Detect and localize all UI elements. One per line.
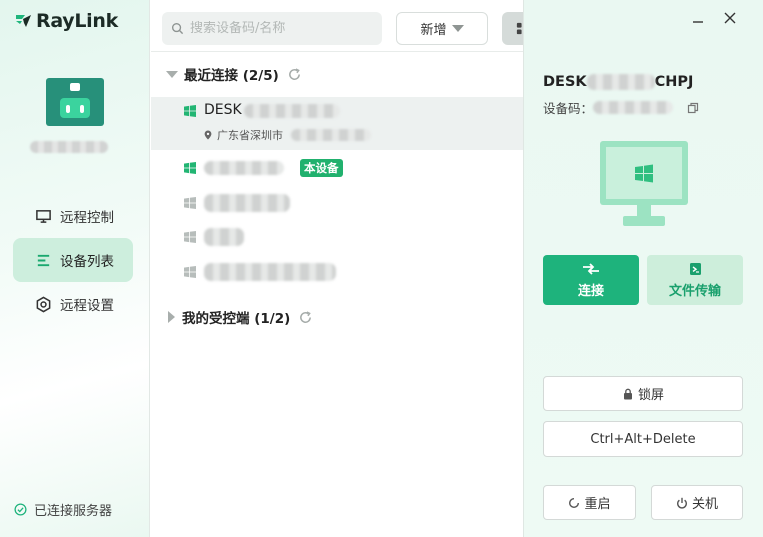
windows-icon bbox=[184, 197, 196, 209]
restart-icon bbox=[569, 497, 580, 508]
sidebar-item-label: 远程设置 bbox=[60, 298, 114, 314]
monitor-illustration-icon bbox=[600, 141, 688, 226]
search-box[interactable] bbox=[162, 12, 382, 45]
device-code: 设备码： bbox=[543, 98, 699, 117]
copy-icon[interactable] bbox=[687, 102, 699, 114]
redacted-text bbox=[291, 129, 371, 141]
lock-screen-button[interactable]: 锁屏 bbox=[543, 376, 743, 411]
add-button[interactable]: 新增 bbox=[396, 12, 488, 45]
toolbar: 新增 bbox=[151, 0, 580, 52]
file-transfer-button[interactable]: 文件传输 bbox=[647, 255, 743, 305]
list-item[interactable]: DESK 广东省深圳市 bbox=[151, 97, 523, 150]
list-item[interactable] bbox=[151, 258, 523, 286]
list-item[interactable] bbox=[151, 223, 523, 251]
search-input[interactable] bbox=[190, 21, 380, 36]
cad-label: Ctrl+Alt+Delete bbox=[590, 431, 696, 447]
list-icon bbox=[37, 254, 50, 266]
device-detail-panel: DESK CHPJ 设备码： 连接 文件传输 锁屏 Ctrl+Alt+Delet… bbox=[523, 0, 763, 537]
redacted-text bbox=[593, 101, 674, 114]
sidebar-item-remote-settings[interactable]: 远程设置 bbox=[13, 282, 133, 326]
restart-button[interactable]: 重启 bbox=[543, 485, 636, 520]
refresh-icon[interactable] bbox=[298, 310, 313, 325]
app-name: RayLink bbox=[36, 10, 118, 32]
refresh-icon[interactable] bbox=[287, 67, 302, 82]
status-text: 已连接服务器 bbox=[34, 504, 113, 519]
redacted-text bbox=[204, 263, 336, 281]
sidebar-item-label: 远程控制 bbox=[60, 210, 114, 226]
device-location: 广东省深圳市 bbox=[203, 127, 371, 143]
file-transfer-icon bbox=[689, 262, 701, 275]
list-item[interactable] bbox=[151, 189, 523, 217]
close-button[interactable] bbox=[720, 8, 740, 28]
sidebar-item-remote-control[interactable]: 远程控制 bbox=[13, 194, 133, 238]
windows-icon bbox=[184, 162, 196, 174]
connection-status: 已连接服务器 bbox=[14, 500, 112, 519]
connect-label: 连接 bbox=[577, 283, 604, 299]
sidebar-item-label: 设备列表 bbox=[60, 254, 114, 270]
device-name: DESK bbox=[204, 102, 242, 118]
redacted-text bbox=[586, 74, 655, 90]
chevron-down-icon bbox=[451, 25, 464, 32]
search-icon bbox=[171, 22, 184, 35]
current-device-badge: 本设备 bbox=[300, 159, 343, 177]
app-logo: RayLink bbox=[14, 10, 118, 32]
sidebar: RayLink 远程控制 设备列表 远程设置 已连接服务器 bbox=[0, 0, 150, 537]
shutdown-label: 关机 bbox=[691, 497, 718, 512]
avatar[interactable] bbox=[46, 78, 104, 126]
device-name: DESK CHPJ bbox=[543, 74, 694, 90]
connect-arrows-icon bbox=[583, 262, 599, 275]
group-title: 我的受控端 (1/2) bbox=[182, 311, 291, 327]
power-icon bbox=[677, 497, 687, 509]
redacted-text bbox=[204, 161, 284, 175]
windows-icon bbox=[184, 266, 196, 278]
location-pin-icon bbox=[204, 130, 212, 140]
restart-label: 重启 bbox=[584, 497, 611, 512]
connect-button[interactable]: 连接 bbox=[543, 255, 639, 305]
windows-icon bbox=[184, 105, 196, 117]
caret-down-icon bbox=[166, 70, 178, 78]
redacted-text bbox=[204, 228, 244, 246]
user-name-redacted bbox=[30, 141, 108, 153]
settings-icon bbox=[36, 296, 51, 312]
list-item[interactable]: 本设备 bbox=[151, 154, 523, 182]
minimize-button[interactable] bbox=[688, 8, 708, 28]
check-circle-icon bbox=[14, 503, 27, 516]
sidebar-nav: 远程控制 设备列表 远程设置 bbox=[13, 194, 133, 326]
windows-icon bbox=[184, 231, 196, 243]
minimize-icon bbox=[693, 21, 703, 23]
add-button-label: 新增 bbox=[420, 23, 447, 38]
redacted-text bbox=[243, 104, 340, 118]
shutdown-button[interactable]: 关机 bbox=[651, 485, 743, 520]
file-transfer-label: 文件传输 bbox=[668, 283, 721, 299]
group-recent[interactable]: 最近连接 (2/5) bbox=[151, 54, 523, 94]
caret-right-icon bbox=[168, 311, 175, 323]
redacted-text bbox=[204, 194, 290, 212]
device-list: 最近连接 (2/5) DESK 广东省深圳市 本设备 我的受控端 (1/2) bbox=[151, 52, 523, 537]
monitor-icon bbox=[36, 209, 51, 223]
close-icon bbox=[724, 12, 736, 24]
lock-label: 锁屏 bbox=[637, 388, 664, 403]
location-text: 广东省深圳市 bbox=[217, 129, 283, 142]
raylink-logo-icon bbox=[16, 15, 31, 27]
ctrl-alt-delete-button[interactable]: Ctrl+Alt+Delete bbox=[543, 421, 743, 457]
lock-icon bbox=[623, 388, 632, 399]
group-title: 最近连接 (2/5) bbox=[184, 68, 279, 84]
group-mine[interactable]: 我的受控端 (1/2) bbox=[151, 297, 523, 337]
sidebar-item-device-list[interactable]: 设备列表 bbox=[13, 238, 133, 282]
